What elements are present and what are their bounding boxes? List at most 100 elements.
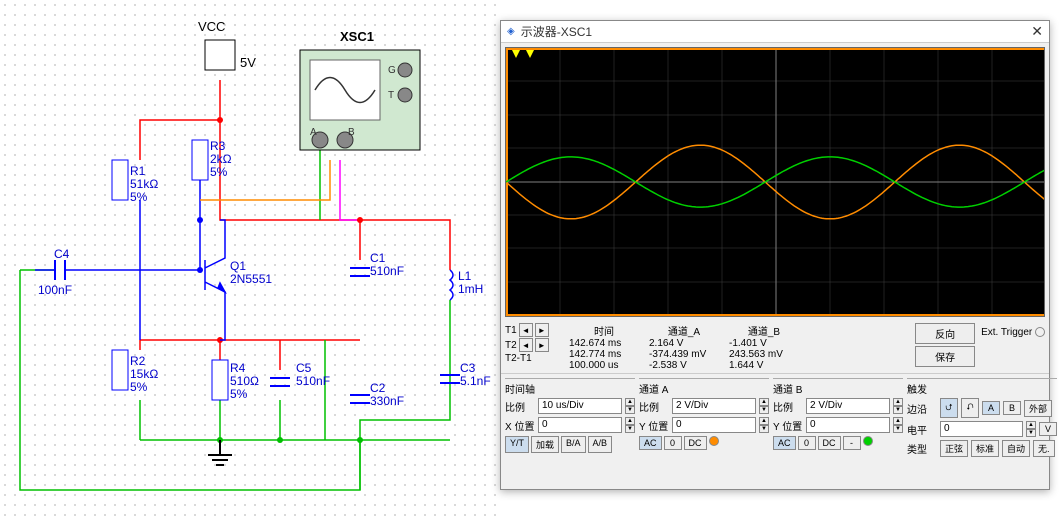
cha-ypos-label: Y 位置 (639, 418, 669, 433)
chb-ypos-down[interactable]: ▼ (893, 425, 903, 433)
chb-scale-up[interactable]: ▲ (893, 398, 903, 406)
t2-left-button[interactable]: ◄ (519, 338, 533, 352)
tb-xpos-input[interactable]: 0 (538, 417, 622, 433)
chb-ypos-up[interactable]: ▲ (893, 417, 903, 425)
rise-button[interactable]: ⮍ (940, 398, 958, 418)
cha-dc-button[interactable]: DC (684, 436, 707, 450)
sine-button[interactable]: 正弦 (940, 440, 968, 457)
ba-button[interactable]: B/A (561, 436, 586, 453)
chb-dc-button[interactable]: DC (818, 436, 841, 450)
t1-a: 2.164 V (649, 338, 719, 349)
chb-ypos-label: Y 位置 (773, 418, 803, 433)
normal-button[interactable]: 标准 (971, 440, 999, 457)
wiring (0, 0, 500, 523)
ab-button[interactable]: A/B (588, 436, 613, 453)
t2-a: -374.439 mV (649, 349, 719, 360)
vcc-value: 5V (240, 56, 256, 69)
c4-value: 100nF (38, 284, 72, 297)
timebase-title: 时间轴 (505, 381, 635, 396)
close-icon[interactable]: ✕ (1031, 23, 1043, 40)
t2-label: T2 (505, 340, 517, 351)
r2-tol: 5% (130, 381, 147, 394)
c3-value: 5.1nF (460, 375, 491, 388)
t1-b: -1.401 V (729, 338, 799, 349)
none-button[interactable]: 无. (1033, 440, 1055, 457)
cha-scale-label: 比例 (639, 399, 669, 414)
cha-scale-input[interactable]: 2 V/Div (672, 398, 756, 414)
scope-titlebar[interactable]: ◈ 示波器-XSC1 ✕ (501, 21, 1049, 43)
ext-trigger-led (1035, 327, 1045, 337)
tb-xpos-label: X 位置 (505, 418, 535, 433)
cha-scale-up[interactable]: ▲ (759, 398, 769, 406)
scope-screen[interactable] (505, 47, 1045, 317)
level-down[interactable]: ▼ (1026, 429, 1036, 437)
diff-label: T2-T1 (505, 353, 532, 364)
scope-title: 示波器-XSC1 (521, 23, 592, 40)
yt-button[interactable]: Y/T (505, 436, 529, 453)
save-button[interactable]: 保存 (915, 346, 975, 367)
trig-a-button[interactable]: A (982, 401, 1000, 415)
r4-tol: 5% (230, 388, 247, 401)
t1-label: T1 (505, 325, 517, 336)
t2-right-button[interactable]: ► (535, 338, 549, 352)
reverse-button[interactable]: 反向 (915, 323, 975, 344)
trig-ext-button[interactable]: 外部 (1024, 400, 1052, 417)
trig-b-button[interactable]: B (1003, 401, 1021, 415)
chb-scale-input[interactable]: 2 V/Div (806, 398, 890, 414)
timebase-group: 时间轴 比例 10 us/Div ▲▼ X 位置 0 ▲▼ Y/T 加载 B/A… (505, 378, 635, 460)
t2-time: 142.774 ms (569, 349, 639, 360)
cursor-measurements: T1 ◄ ► T2 ◄ ► T2-T1 时间 通道_A 通道_B 142.674… (501, 321, 1049, 373)
tb-xpos-up[interactable]: ▲ (625, 417, 635, 425)
scope-port-t: T (388, 89, 394, 102)
controls: 时间轴 比例 10 us/Div ▲▼ X 位置 0 ▲▼ Y/T 加载 B/A… (501, 373, 1049, 464)
chb-ypos-input[interactable]: 0 (806, 417, 890, 433)
add-button[interactable]: 加载 (531, 436, 559, 453)
cha-title: 通道 A (639, 381, 769, 396)
r3-tol: 5% (210, 166, 227, 179)
vcc-label: VCC (198, 20, 225, 33)
c2-value: 330nF (370, 395, 404, 408)
chb-group: 通道 B 比例 2 V/Div ▲▼ Y 位置 0 ▲▼ AC 0 DC - (773, 378, 903, 460)
chb-header: 通道_B (729, 323, 799, 338)
cha-0-button[interactable]: 0 (664, 436, 682, 450)
level-unit[interactable]: V (1039, 422, 1057, 436)
diff-a: -2.538 V (649, 360, 719, 371)
scope-port-b: B (348, 126, 355, 139)
t1-left-button[interactable]: ◄ (519, 323, 533, 337)
chb-scale-down[interactable]: ▼ (893, 406, 903, 414)
tb-scale-input[interactable]: 10 us/Div (538, 398, 622, 414)
c5-value: 510nF (296, 375, 330, 388)
chb-minus-button[interactable]: - (843, 436, 861, 450)
t2-b: 243.563 mV (729, 349, 799, 360)
q1-model: 2N5551 (230, 273, 272, 286)
edge-label: 边沿 (907, 401, 937, 416)
tb-xpos-down[interactable]: ▼ (625, 425, 635, 433)
chb-color-icon (863, 436, 873, 446)
ext-trigger-label: Ext. Trigger (981, 323, 1045, 338)
l1-value: 1mH (458, 283, 483, 296)
cha-scale-down[interactable]: ▼ (759, 406, 769, 414)
fall-button[interactable]: ⮏ (961, 398, 979, 418)
chb-scale-label: 比例 (773, 399, 803, 414)
diff-time: 100.000 us (569, 360, 639, 371)
cha-color-icon (709, 436, 719, 446)
level-input[interactable]: 0 (940, 421, 1023, 437)
level-up[interactable]: ▲ (1026, 421, 1036, 429)
tb-scale-down[interactable]: ▼ (625, 406, 635, 414)
trigger-group: 触发 边沿 ⮍ ⮏ A B 外部 电平 0 ▲▼ V 类型 正弦 标准 自动 无… (907, 378, 1057, 460)
schematic: VCC 5V XSC1 A B G T R1 51kΩ 5% R3 2kΩ 5%… (0, 0, 500, 523)
level-label: 电平 (907, 422, 937, 437)
tb-scale-up[interactable]: ▲ (625, 398, 635, 406)
scope-waveform (506, 48, 1045, 316)
chb-0-button[interactable]: 0 (798, 436, 816, 450)
scope-window: ◈ 示波器-XSC1 ✕ (500, 20, 1050, 490)
auto-button[interactable]: 自动 (1002, 440, 1030, 457)
t1-time: 142.674 ms (569, 338, 639, 349)
t1-right-button[interactable]: ► (535, 323, 549, 337)
cha-ypos-up[interactable]: ▲ (759, 417, 769, 425)
cha-ac-button[interactable]: AC (639, 436, 662, 450)
chb-ac-button[interactable]: AC (773, 436, 796, 450)
cha-ypos-input[interactable]: 0 (672, 417, 756, 433)
scope-port-g: G (388, 64, 396, 77)
chb-title: 通道 B (773, 381, 903, 396)
